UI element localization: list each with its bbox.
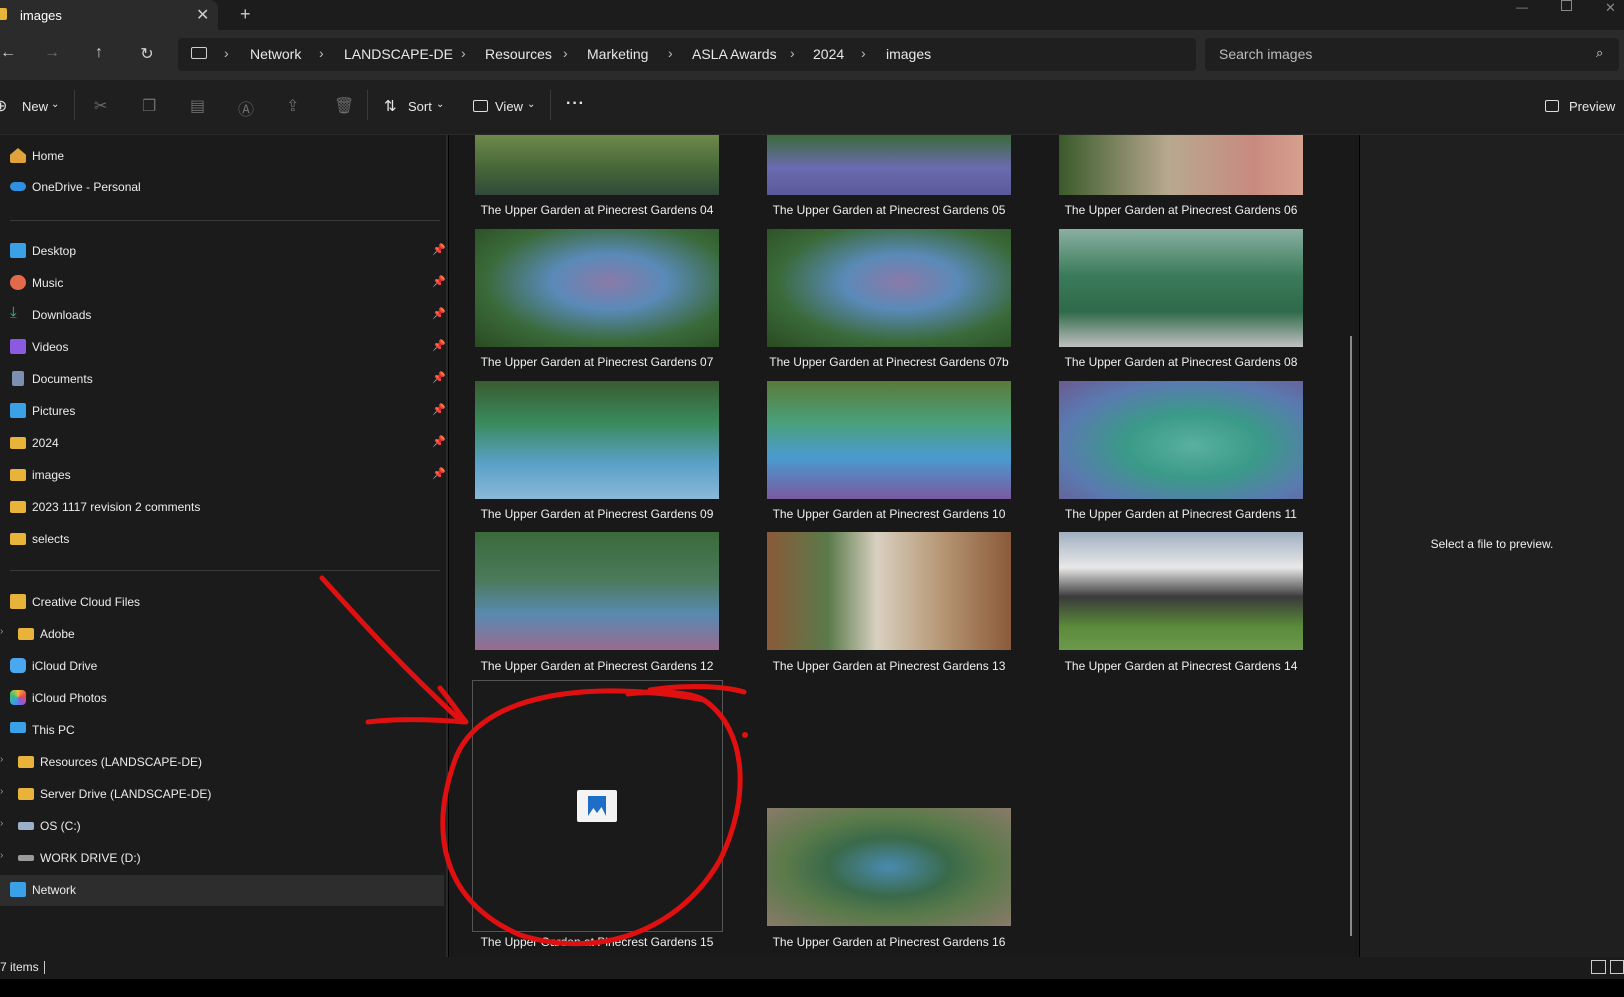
status-divider xyxy=(44,961,45,974)
item-count: 7 items xyxy=(0,960,39,974)
tiles-view-icon[interactable] xyxy=(1610,960,1624,974)
preview-message: Select a file to preview. xyxy=(1430,537,1554,551)
details-view-icon[interactable] xyxy=(1591,960,1606,974)
status-bar xyxy=(0,957,1624,979)
window-bottom-edge xyxy=(0,979,1624,997)
